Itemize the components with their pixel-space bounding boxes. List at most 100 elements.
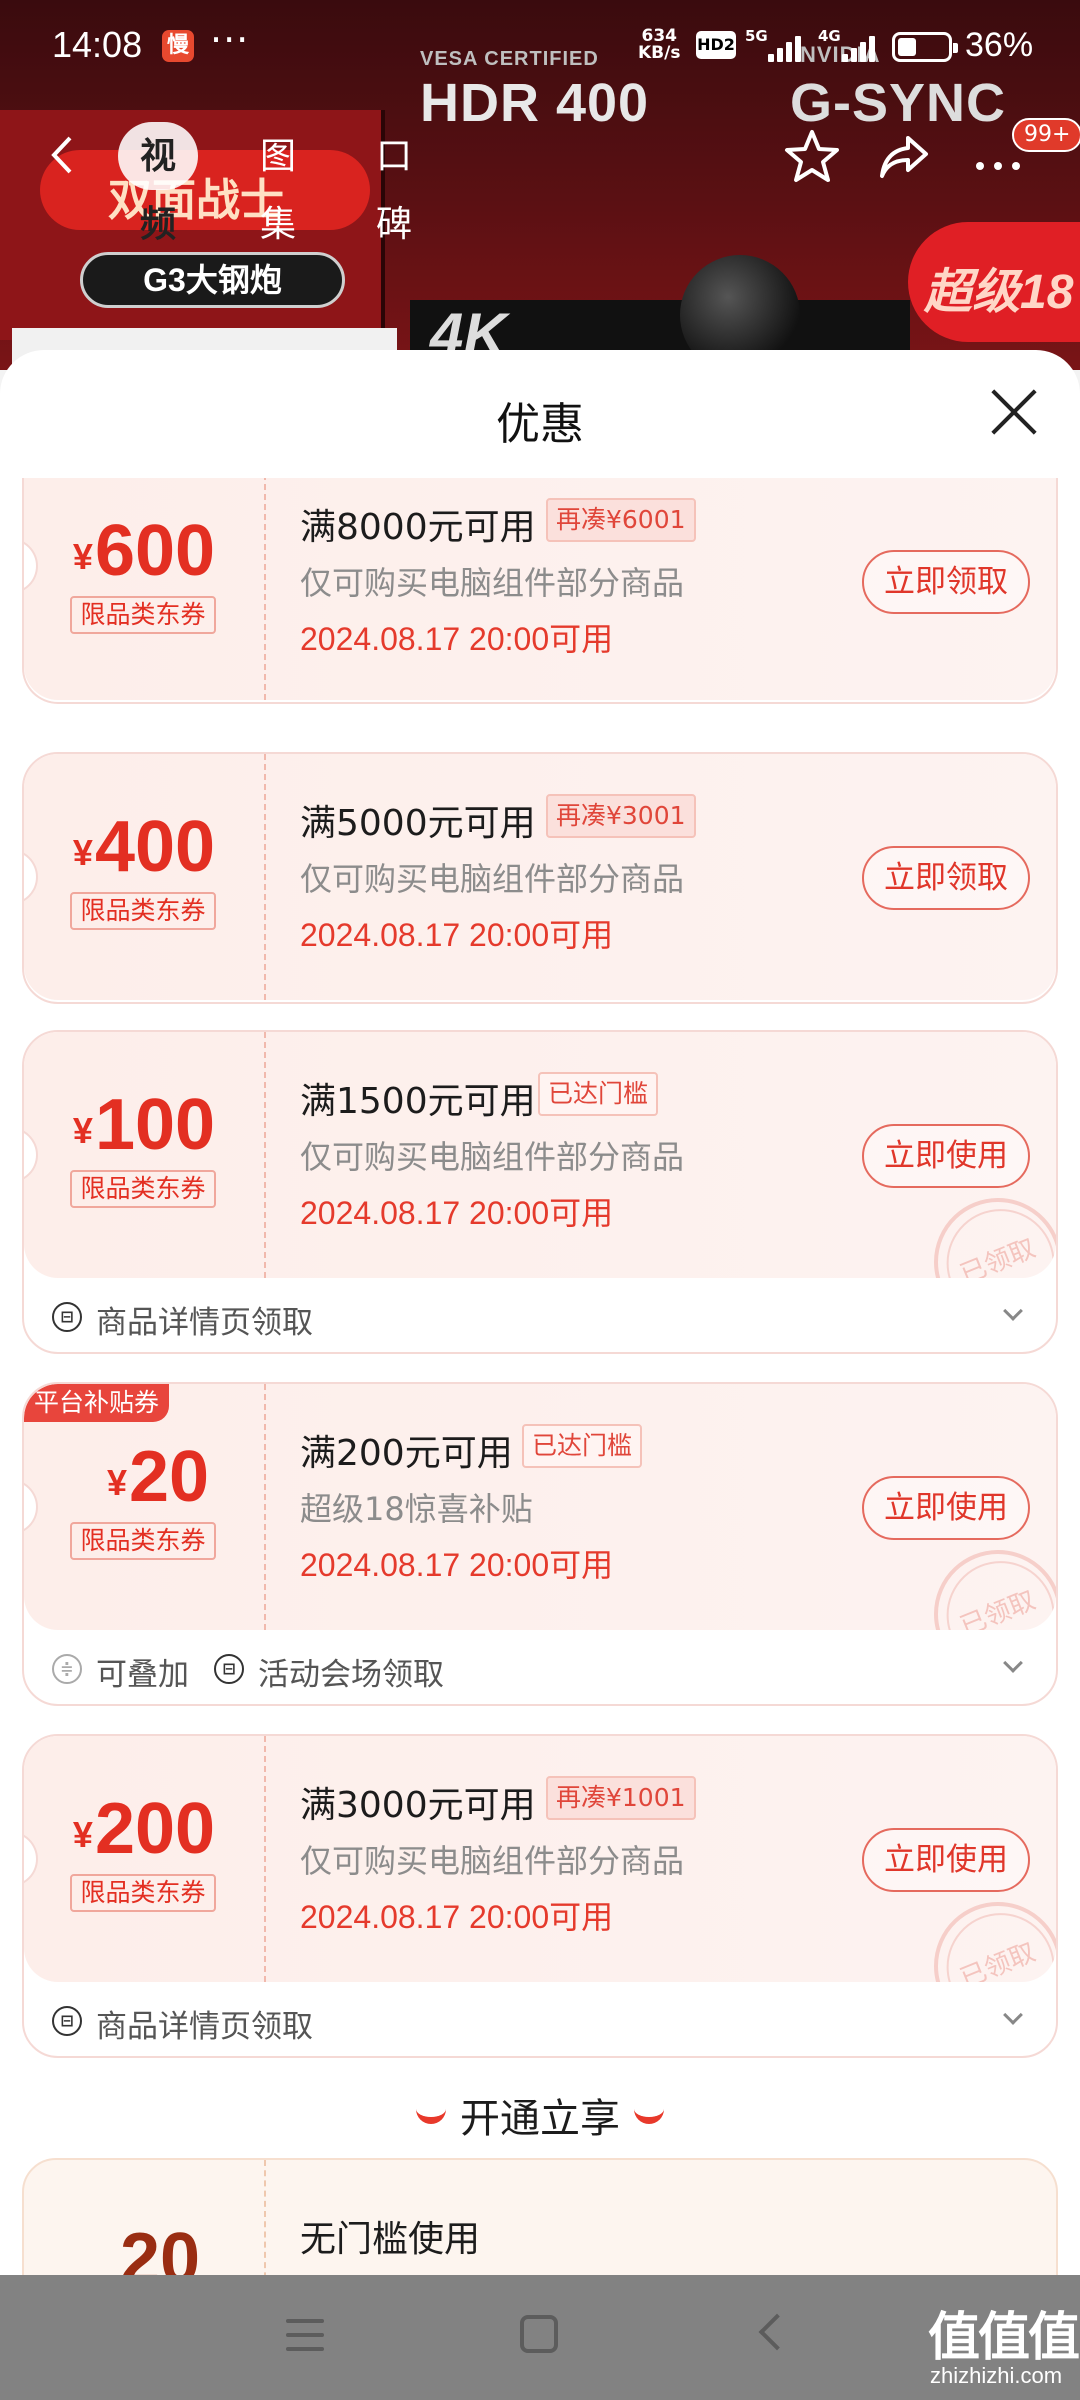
- system-back-icon[interactable]: [758, 2313, 796, 2351]
- claimed-stamp: 已领取: [914, 1530, 1056, 1630]
- coupon-amount: ¥200: [24, 1788, 264, 1870]
- product-nav-bar: 视频 图集 口碑 99+: [0, 110, 1080, 244]
- coupon-gap-tag: 再凑¥1001: [546, 1776, 696, 1820]
- coupon-footer[interactable]: ⊟ 商品详情页领取: [24, 1280, 1056, 1352]
- coupon-threshold: 满3000元可用: [300, 1785, 536, 1826]
- tab-video[interactable]: 视频: [118, 122, 199, 244]
- coupon-type-label: 限品类东券: [70, 1874, 216, 1912]
- status-time: 14:08: [52, 24, 143, 65]
- section-title: 开通立享: [460, 2097, 620, 2141]
- chevron-down-icon[interactable]: [1003, 1301, 1023, 1321]
- chevron-down-icon[interactable]: [1003, 1653, 1023, 1673]
- coupon-card: ¥600 限品类东券 满8000元可用 再凑¥6001 仅可购买电脑组件部分商品…: [22, 478, 1058, 704]
- coupon-valid-time: 2024.08.17 20:00可用: [300, 621, 614, 657]
- coupon-threshold-tag: 已达门槛: [522, 1424, 643, 1468]
- more-notifications-icon: ···: [210, 18, 250, 62]
- coupon-threshold: 满200元可用: [300, 1433, 513, 1474]
- net-speed: 634 KB/s: [638, 28, 680, 62]
- coupon-card: ¥400 限品类东券 满5000元可用 再凑¥3001 仅可购买电脑组件部分商品…: [22, 752, 1058, 1004]
- system-nav-bar: 值值值 zhizhizhi.com: [0, 2275, 1080, 2400]
- signal-4g-label: 4G: [818, 27, 841, 45]
- back-arrow-icon[interactable]: [42, 130, 82, 180]
- use-button[interactable]: 立即使用: [862, 1476, 1030, 1540]
- close-icon[interactable]: [990, 388, 1038, 436]
- coupon-amount-value: 20: [120, 2219, 201, 2278]
- coupon-body: ¥100 限品类东券 满1500元可用 已达门槛 仅可购买电脑组件部分商品 20…: [24, 1032, 1056, 1278]
- stackable-icon: ≑: [52, 1654, 82, 1684]
- message-count-badge: 99+: [1012, 118, 1080, 152]
- app-notification-icon: 慢: [162, 30, 194, 62]
- coupon-footer[interactable]: ≑ 可叠加 ⊟ 活动会场领取: [24, 1632, 1056, 1704]
- coupon-body: 平台补贴券 ¥20 限品类东券 满200元可用 已达门槛 超级18惊喜补贴 20…: [24, 1384, 1056, 1630]
- coupon-source: 商品详情页领取: [96, 2009, 313, 2045]
- yen-sign: ¥: [72, 536, 93, 577]
- coupon-card: ¥100 限品类东券 满1500元可用 已达门槛 仅可购买电脑组件部分商品 20…: [22, 1030, 1058, 1354]
- coupon-type-label: 限品类东券: [70, 1522, 216, 1560]
- coupon-scope: 仅可购买电脑组件部分商品: [300, 860, 685, 898]
- product-model-pill: G3大钢炮: [80, 252, 345, 308]
- smile-left-icon: [416, 2108, 446, 2124]
- coupon-type-label: 限品类东券: [70, 596, 216, 634]
- watermark-url: zhizhizhi.com: [930, 2363, 1063, 2388]
- watermark-logo: 值值值: [928, 2308, 1080, 2368]
- coupon-amount: ¥100: [24, 1084, 264, 1166]
- recent-apps-icon[interactable]: [286, 2319, 324, 2351]
- coupon-sheet: 优惠 ¥600 限品类东券 满8000元可用 再凑¥6001 仅可购买电脑组件部…: [0, 350, 1080, 2400]
- coupon-amount-value: 20: [128, 1437, 210, 1517]
- coupon-valid-time: 2024.08.17 20:00可用: [300, 1899, 614, 1935]
- ticket-icon: ⊟: [52, 2006, 82, 2036]
- signal-5g-label: 5G: [745, 27, 768, 45]
- tab-gallery[interactable]: 图集: [238, 122, 318, 244]
- hd-voice-icon: HD2: [696, 31, 736, 59]
- star-icon[interactable]: [780, 124, 844, 188]
- signal-bars-icon: [768, 34, 808, 62]
- share-icon[interactable]: [872, 124, 936, 188]
- coupon-body: ¥400 限品类东券 满5000元可用 再凑¥3001 仅可购买电脑组件部分商品…: [24, 754, 1056, 1000]
- claimed-stamp: 已领取: [914, 1178, 1056, 1278]
- tab-reviews[interactable]: 口碑: [354, 122, 434, 244]
- coupon-scope: 仅可购买电脑组件部分商品: [300, 1842, 685, 1880]
- yen-sign: ¥: [72, 1110, 93, 1151]
- coupon-source: 商品详情页领取: [96, 1305, 313, 1341]
- coupon-threshold: 满5000元可用: [300, 803, 536, 844]
- yen-sign: ¥: [72, 1814, 93, 1855]
- ticket-icon: ⊟: [52, 1302, 82, 1332]
- home-icon[interactable]: [520, 2315, 558, 2353]
- battery-percent: 36%: [965, 26, 1034, 64]
- coupon-amount: ¥600: [24, 510, 264, 592]
- use-button[interactable]: 立即使用: [862, 1828, 1030, 1892]
- yen-sign: ¥: [72, 832, 93, 873]
- coupon-card: 平台补贴券 ¥20 限品类东券 满200元可用 已达门槛 超级18惊喜补贴 20…: [22, 1382, 1058, 1706]
- coupon-valid-time: 2024.08.17 20:00可用: [300, 1195, 614, 1231]
- coupon-card: 20 无门槛使用: [22, 2158, 1058, 2278]
- status-bar: 14:08 慢 ··· 634 KB/s HD2 5G 4G 36%: [0, 0, 1080, 96]
- coupon-threshold: 无门槛使用: [300, 2219, 481, 2260]
- signal-bars-icon-2: [842, 34, 882, 62]
- coupon-amount-value: 600: [94, 511, 216, 591]
- coupon-valid-time: 2024.08.17 20:00可用: [300, 1547, 614, 1583]
- battery-icon: [892, 32, 958, 62]
- coupon-body: ¥600 限品类东券 满8000元可用 再凑¥6001 仅可购买电脑组件部分商品…: [24, 478, 1056, 700]
- coupon-type-label: 限品类东券: [70, 892, 216, 930]
- coupon-footer[interactable]: ⊟ 商品详情页领取: [24, 1984, 1056, 2056]
- sheet-title: 优惠: [496, 400, 584, 449]
- coupon-card: ¥200 限品类东券 满3000元可用 再凑¥1001 仅可购买电脑组件部分商品…: [22, 1734, 1058, 2058]
- coupon-valid-time: 2024.08.17 20:00可用: [300, 917, 614, 953]
- yen-sign: ¥: [106, 1462, 127, 1503]
- coupon-amount-value: 400: [94, 807, 216, 887]
- coupon-body: ¥200 限品类东券 满3000元可用 再凑¥1001 仅可购买电脑组件部分商品…: [24, 1736, 1056, 1982]
- coupon-scope: 超级18惊喜补贴: [300, 1490, 533, 1528]
- coupon-list[interactable]: ¥600 限品类东券 满8000元可用 再凑¥6001 仅可购买电脑组件部分商品…: [0, 478, 1080, 2278]
- super18-banner: 超级18: [908, 222, 1080, 342]
- chevron-down-icon[interactable]: [1003, 2005, 1023, 2025]
- ticket-icon: ⊟: [214, 1654, 244, 1684]
- stackable-label: 可叠加: [96, 1657, 189, 1693]
- claimed-stamp: 已领取: [914, 1882, 1056, 1982]
- coupon-source: 活动会场领取: [258, 1657, 444, 1693]
- claim-button[interactable]: 立即领取: [862, 550, 1030, 614]
- coupon-type-label: 限品类东券: [70, 1170, 216, 1208]
- coupon-amount: ¥20: [38, 1436, 278, 1518]
- coupon-amount: ¥400: [24, 806, 264, 888]
- use-button[interactable]: 立即使用: [862, 1124, 1030, 1188]
- claim-button[interactable]: 立即领取: [862, 846, 1030, 910]
